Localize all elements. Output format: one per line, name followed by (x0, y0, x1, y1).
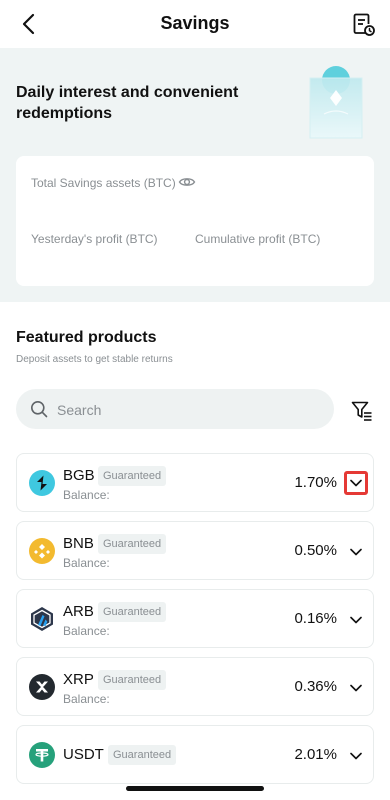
section-title: Featured products (16, 329, 157, 346)
section-subtitle: Deposit assets to get stable returns (16, 354, 173, 365)
expand-button[interactable] (345, 609, 367, 631)
apr-rate: 0.16% (294, 610, 337, 627)
records-button[interactable] (352, 12, 376, 38)
apr-rate: 0.50% (294, 542, 337, 559)
total-savings-label: Total Savings assets (BTC) (31, 176, 176, 190)
chevron-down-icon (350, 616, 362, 624)
guaranteed-badge: Guaranteed (98, 670, 167, 690)
search-input[interactable]: Search (16, 389, 334, 429)
hero-title: Daily interest and convenient redemption… (16, 84, 239, 122)
usdt-coin-icon (29, 742, 55, 768)
expand-button[interactable] (344, 471, 368, 495)
coin-symbol: XRP (63, 671, 94, 688)
eye-icon[interactable] (178, 173, 196, 191)
cumulative-profit-label: Cumulative profit (BTC) (195, 232, 321, 246)
page-title: Savings (160, 13, 230, 33)
coin-symbol: BGB (63, 467, 95, 484)
guaranteed-badge: Guaranteed (98, 602, 167, 622)
search-icon (31, 401, 48, 418)
coin-symbol: ARB (63, 603, 94, 620)
home-indicator (126, 786, 264, 791)
arb-coin-icon (31, 607, 53, 631)
balance-label: Balance: (63, 624, 110, 638)
product-row-arb[interactable]: ARB Guaranteed Balance: 0.16% (16, 589, 374, 648)
product-row-xrp[interactable]: XRP Guaranteed Balance: 0.36% (16, 657, 374, 716)
document-clock-icon (353, 13, 375, 36)
guaranteed-badge: Guaranteed (98, 466, 167, 486)
balance-label: Balance: (63, 488, 110, 502)
expand-button[interactable] (345, 745, 367, 767)
yesterday-profit-label: Yesterday's profit (BTC) (31, 232, 158, 246)
chevron-down-icon (350, 752, 362, 760)
product-row-bgb[interactable]: BGB Guaranteed Balance: 1.70% (16, 453, 374, 512)
assets-summary-card: Total Savings assets (BTC) Yesterday's p… (16, 156, 374, 286)
savings-bag-illustration (309, 66, 363, 139)
guaranteed-badge: Guaranteed (98, 534, 167, 554)
bnb-coin-icon (29, 538, 55, 564)
apr-rate: 1.70% (294, 474, 337, 491)
filter-icon[interactable] (351, 400, 373, 422)
savings-hero: Daily interest and convenient redemption… (0, 48, 390, 302)
product-row-usdt[interactable]: USDT Guaranteed 2.01% (16, 725, 374, 784)
apr-rate: 2.01% (294, 746, 337, 763)
expand-button[interactable] (345, 541, 367, 563)
balance-label: Balance: (63, 692, 110, 706)
chevron-down-icon (350, 548, 362, 556)
top-bar: Savings (0, 0, 390, 48)
apr-rate: 0.36% (294, 678, 337, 695)
expand-button[interactable] (345, 677, 367, 699)
xrp-coin-icon (29, 674, 55, 700)
guaranteed-badge: Guaranteed (108, 745, 177, 765)
coin-symbol: BNB (63, 535, 94, 552)
coin-symbol: USDT (63, 746, 104, 763)
chevron-down-icon (350, 684, 362, 692)
bgb-coin-icon (29, 470, 55, 496)
balance-label: Balance: (63, 556, 110, 570)
chevron-down-icon (350, 479, 362, 487)
product-row-bnb[interactable]: BNB Guaranteed Balance: 0.50% (16, 521, 374, 580)
search-placeholder: Search (57, 402, 102, 418)
